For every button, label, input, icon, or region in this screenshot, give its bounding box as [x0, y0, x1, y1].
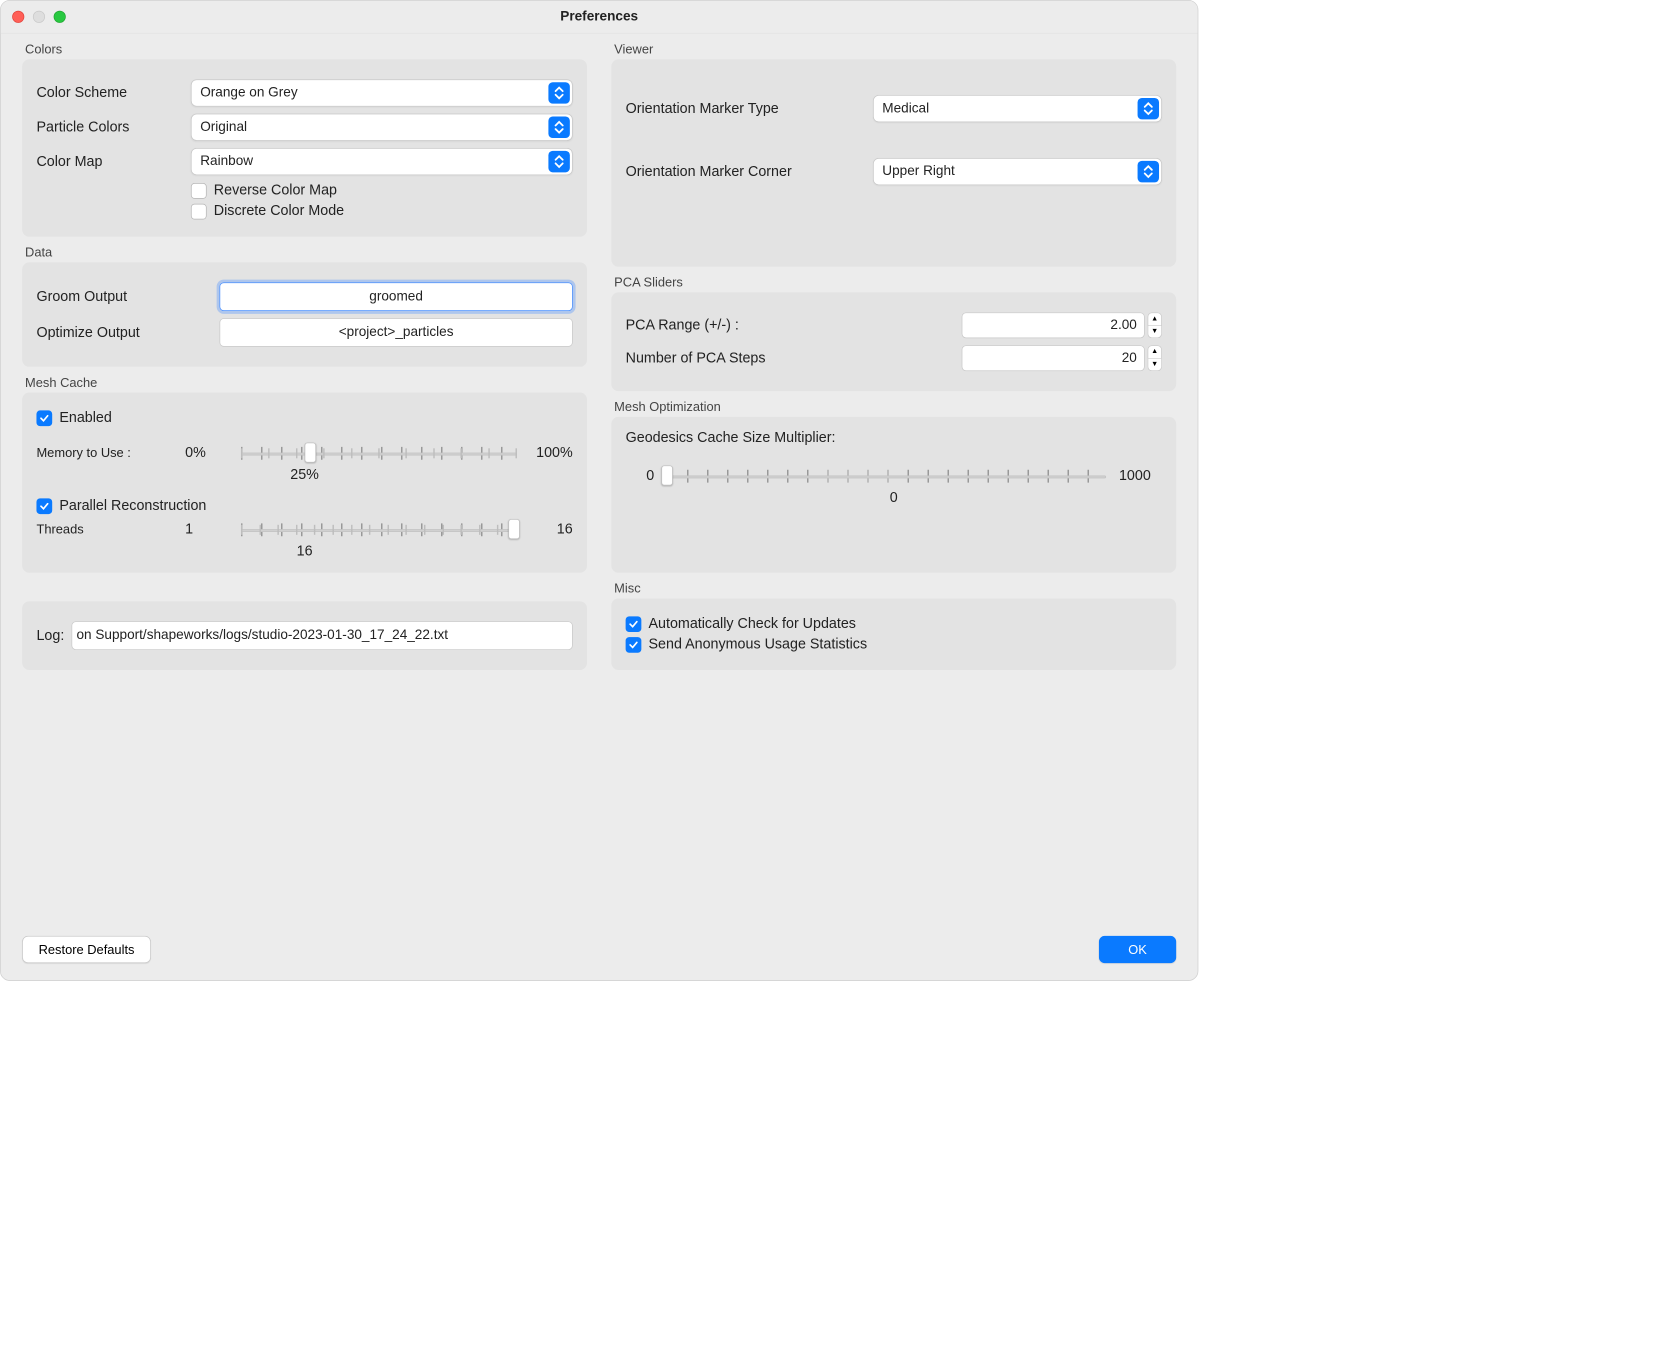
- mesh-cache-legend: Mesh Cache: [25, 375, 97, 390]
- particle-colors-value: Original: [200, 119, 247, 135]
- log-path-value: on Support/shapeworks/logs/studio-2023-0…: [76, 628, 448, 644]
- pca-steps-value: 20: [1122, 350, 1137, 366]
- colors-group: Colors Color Scheme Orange on Grey Parti…: [22, 59, 587, 236]
- geodesics-max-label: 1000: [1119, 468, 1162, 484]
- groom-output-label: Groom Output: [36, 289, 208, 305]
- auto-update-checkbox[interactable]: [626, 616, 642, 632]
- zoom-icon[interactable]: [54, 11, 66, 23]
- data-legend: Data: [25, 245, 52, 260]
- mesh-cache-enabled-checkbox[interactable]: [36, 410, 52, 426]
- chevron-down-icon[interactable]: ▼: [1148, 359, 1162, 372]
- groom-output-field[interactable]: groomed: [220, 282, 573, 311]
- chevron-up-down-icon: [1138, 161, 1159, 182]
- log-label: Log:: [36, 627, 64, 643]
- orientation-corner-value: Upper Right: [882, 164, 954, 180]
- titlebar: Preferences: [1, 1, 1198, 34]
- geodesics-label: Geodesics Cache Size Multiplier:: [626, 430, 1162, 446]
- geodesics-min-label: 0: [626, 468, 655, 484]
- particle-colors-select[interactable]: Original: [191, 114, 573, 141]
- color-scheme-select[interactable]: Orange on Grey: [191, 79, 573, 106]
- color-map-value: Rainbow: [200, 154, 253, 170]
- pca-group: PCA Sliders PCA Range (+/-) : 2.00 ▲ ▼ N…: [611, 292, 1176, 391]
- parallel-reconstruction-label: Parallel Reconstruction: [59, 498, 206, 514]
- minimize-icon: [33, 11, 45, 23]
- pca-legend: PCA Sliders: [614, 275, 683, 290]
- orientation-corner-label: Orientation Marker Corner: [626, 163, 862, 179]
- geodesics-slider[interactable]: [667, 469, 1106, 482]
- discrete-color-mode-checkbox[interactable]: [191, 203, 207, 219]
- chevron-up-down-icon: [548, 151, 569, 172]
- pca-range-stepper[interactable]: ▲ ▼: [1148, 312, 1162, 338]
- ok-button[interactable]: OK: [1099, 936, 1176, 963]
- memory-min-label: 0%: [185, 445, 228, 461]
- memory-to-use-label: Memory to Use :: [36, 445, 172, 460]
- mesh-optimization-group: Mesh Optimization Geodesics Cache Size M…: [611, 417, 1176, 573]
- geodesics-value: 0: [626, 490, 1162, 506]
- threads-min-label: 1: [185, 521, 228, 537]
- discrete-color-mode-label: Discrete Color Mode: [214, 203, 344, 219]
- optimize-output-field[interactable]: <project>_particles: [220, 318, 573, 347]
- window-title: Preferences: [560, 9, 638, 25]
- threads-max-label: 16: [530, 521, 573, 537]
- color-scheme-label: Color Scheme: [36, 85, 179, 101]
- memory-value: 25%: [36, 467, 572, 483]
- log-path-field[interactable]: on Support/shapeworks/logs/studio-2023-0…: [71, 621, 572, 650]
- usage-stats-label: Send Anonymous Usage Statistics: [649, 636, 868, 652]
- data-group: Data Groom Output groomed Optimize Outpu…: [22, 262, 587, 366]
- orientation-type-value: Medical: [882, 101, 929, 117]
- chevron-up-icon[interactable]: ▲: [1148, 312, 1162, 325]
- close-icon[interactable]: [12, 11, 24, 23]
- chevron-down-icon[interactable]: ▼: [1148, 326, 1162, 339]
- chevron-up-down-icon: [548, 117, 569, 138]
- color-map-label: Color Map: [36, 153, 179, 169]
- restore-defaults-button[interactable]: Restore Defaults: [22, 936, 151, 963]
- window-controls: [12, 11, 66, 23]
- chevron-up-down-icon: [1138, 98, 1159, 119]
- preferences-window: Preferences Colors Color Scheme Orange o…: [0, 0, 1198, 981]
- chevron-up-down-icon: [548, 82, 569, 103]
- colors-legend: Colors: [25, 42, 62, 57]
- pca-steps-stepper[interactable]: ▲ ▼: [1148, 345, 1162, 371]
- pca-steps-field[interactable]: 20: [962, 345, 1145, 371]
- groom-output-value: groomed: [369, 289, 423, 305]
- color-map-select[interactable]: Rainbow: [191, 148, 573, 175]
- auto-update-label: Automatically Check for Updates: [649, 616, 856, 632]
- optimize-output-label: Optimize Output: [36, 324, 208, 340]
- misc-legend: Misc: [614, 581, 640, 596]
- usage-stats-checkbox[interactable]: [626, 637, 642, 653]
- mesh-optimization-legend: Mesh Optimization: [614, 400, 721, 415]
- misc-group: Misc Automatically Check for Updates Sen…: [611, 598, 1176, 670]
- viewer-group: Viewer Orientation Marker Type Medical O…: [611, 59, 1176, 266]
- optimize-output-value: <project>_particles: [339, 325, 454, 341]
- color-scheme-value: Orange on Grey: [200, 85, 297, 101]
- orientation-type-select[interactable]: Medical: [873, 95, 1162, 122]
- reverse-color-map-label: Reverse Color Map: [214, 182, 337, 198]
- viewer-legend: Viewer: [614, 42, 653, 57]
- memory-max-label: 100%: [530, 445, 573, 461]
- threads-label: Threads: [36, 522, 172, 537]
- orientation-type-label: Orientation Marker Type: [626, 100, 862, 116]
- parallel-reconstruction-checkbox[interactable]: [36, 498, 52, 514]
- pca-range-field[interactable]: 2.00: [962, 312, 1145, 338]
- threads-slider[interactable]: [241, 523, 517, 536]
- pca-range-value: 2.00: [1110, 317, 1136, 333]
- pca-range-label: PCA Range (+/-) :: [626, 317, 848, 333]
- memory-slider[interactable]: [241, 447, 517, 460]
- chevron-up-icon[interactable]: ▲: [1148, 345, 1162, 358]
- orientation-corner-select[interactable]: Upper Right: [873, 158, 1162, 185]
- particle-colors-label: Particle Colors: [36, 119, 179, 135]
- threads-value: 16: [36, 543, 572, 559]
- mesh-cache-group: Mesh Cache Enabled Memory to Use : 0%: [22, 393, 587, 573]
- reverse-color-map-checkbox[interactable]: [191, 183, 207, 199]
- footer: Restore Defaults OK: [1, 923, 1198, 980]
- log-group: Log: on Support/shapeworks/logs/studio-2…: [22, 601, 587, 670]
- mesh-cache-enabled-label: Enabled: [59, 410, 111, 426]
- pca-steps-label: Number of PCA Steps: [626, 350, 848, 366]
